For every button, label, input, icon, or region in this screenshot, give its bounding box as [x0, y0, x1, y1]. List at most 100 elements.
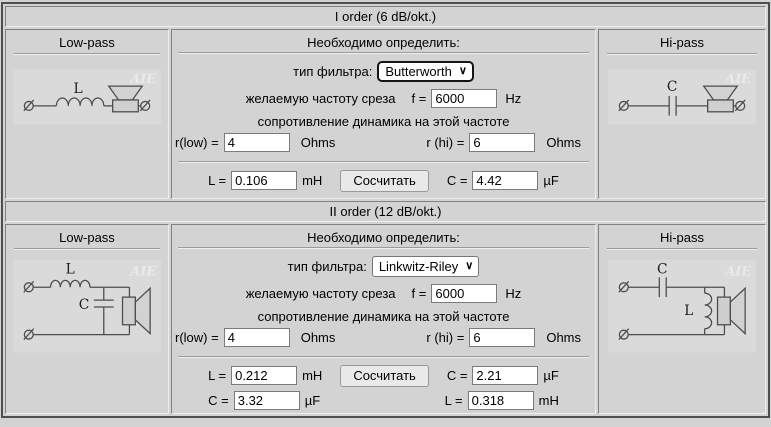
block1-frequency-row: желаемую частоту среза f = Hz: [172, 88, 595, 109]
inductor-label: L: [684, 303, 693, 319]
filter-type-select[interactable]: Butterworth ∨: [377, 61, 474, 82]
block2-hipass-title: Hi-pass: [659, 230, 705, 245]
r-low-input[interactable]: [223, 328, 290, 347]
block1-filter-type-row: тип фильтра: Butterworth ∨: [172, 60, 595, 83]
f-label: f =: [411, 91, 427, 106]
frequency-label: желаемую частоту среза: [245, 91, 396, 106]
l2-result-label: L =: [444, 393, 463, 408]
r-hi-label: r (hi) =: [426, 135, 465, 150]
capacitor-label: C: [667, 79, 678, 95]
aie-watermark: AIE: [129, 264, 156, 279]
l-result-label: L =: [208, 173, 227, 188]
block1-lowpass-title: Low-pass: [59, 35, 115, 50]
hipass-2nd-order-circuit-diagram: AIE C L: [608, 259, 756, 353]
filter-type-selected-value: Linkwitz-Riley: [378, 258, 459, 274]
hz-unit: Hz: [505, 91, 522, 106]
calculate-button[interactable]: Сосчитать: [340, 169, 429, 192]
block1-content-row: Low-pass AIE L Необходимо определить: ти…: [5, 29, 766, 199]
uf-unit: µF: [304, 393, 321, 408]
impedance-label: сопротивление динамика на этой частоте: [257, 114, 510, 129]
lowpass-2nd-order-circuit-diagram: AIE L C: [13, 259, 161, 353]
mh-unit: mH: [538, 393, 559, 408]
filter-type-select[interactable]: Linkwitz-Riley ∨: [371, 256, 480, 277]
block2-header: II order (12 dB/okt.): [5, 201, 766, 222]
block1-hipass-cell: Hi-pass AIE C: [598, 29, 766, 199]
divider: [14, 248, 160, 250]
aie-watermark: AIE: [724, 72, 751, 87]
block2-results-row-2: C = µF Сосчитать L = mH: [172, 389, 595, 412]
divider: [178, 356, 589, 358]
block2-header-label: II order (12 dB/okt.): [329, 204, 442, 219]
divider: [178, 52, 589, 54]
block1-header: I order (6 dB/okt.): [5, 6, 766, 27]
l-result-input[interactable]: [231, 366, 298, 385]
ohms-unit: Ohms: [300, 135, 336, 150]
frequency-label: желаемую частоту среза: [245, 286, 396, 301]
r-low-label: r(low) =: [175, 135, 219, 150]
filter-type-selected-value: Butterworth: [385, 63, 452, 79]
block1-lowpass-cell: Low-pass AIE L: [5, 29, 169, 199]
filter-type-label: тип фильтра:: [293, 64, 373, 79]
inductor-label: L: [66, 261, 75, 277]
frequency-input[interactable]: [431, 284, 498, 303]
hz-unit: Hz: [505, 286, 522, 301]
r-hi-input[interactable]: [469, 328, 536, 347]
block1-hipass-title: Hi-pass: [659, 35, 705, 50]
r-low-label: r(low) =: [175, 330, 219, 345]
filter-type-label: тип фильтра:: [287, 259, 367, 274]
block1-middle-cell: Необходимо определить: тип фильтра: Butt…: [171, 29, 596, 199]
block1-header-label: I order (6 dB/okt.): [334, 9, 437, 24]
capacitor-label: C: [79, 297, 90, 313]
ohms-unit: Ohms: [546, 135, 581, 150]
block1-impedance-row: r(low) = Ohms r (hi) = Ohms: [172, 132, 595, 153]
mh-unit: mH: [302, 368, 323, 383]
divider: [178, 247, 589, 249]
divider: [14, 53, 160, 55]
block2-middle-title: Необходимо определить:: [307, 230, 460, 245]
l-result-label: L =: [208, 368, 227, 383]
c2-result-label: C =: [208, 393, 229, 408]
calculate-button[interactable]: Сосчитать: [340, 364, 429, 387]
block2-lowpass-cell: Low-pass AIE L C: [5, 224, 169, 414]
block1-results-row: L = mH Сосчитать C = µF: [172, 169, 595, 192]
c-result-input[interactable]: [472, 366, 539, 385]
hipass-1st-order-circuit-diagram: AIE C: [608, 69, 756, 125]
inductor-label: L: [74, 81, 83, 97]
block2-middle-cell: Необходимо определить: тип фильтра: Link…: [171, 224, 596, 414]
block2-frequency-row: желаемую частоту среза f = Hz: [172, 283, 595, 304]
lowpass-1st-order-circuit-diagram: AIE L: [13, 69, 161, 125]
chevron-down-icon: ∨: [458, 64, 467, 77]
block1-middle-title: Необходимо определить:: [307, 35, 460, 50]
c-result-label: C =: [446, 173, 468, 188]
divider: [178, 161, 589, 163]
c-result-label: C =: [446, 368, 468, 383]
block2-content-row: Low-pass AIE L C Необходимо определить: …: [5, 224, 766, 414]
r-hi-label: r (hi) =: [426, 330, 465, 345]
crossover-calculator-table: I order (6 dB/okt.) Low-pass AIE L Необх…: [1, 2, 770, 418]
uf-unit: µF: [543, 173, 559, 188]
ohms-unit: Ohms: [300, 330, 336, 345]
divider: [607, 248, 757, 250]
l2-result-input[interactable]: [467, 391, 534, 410]
ohms-unit: Ohms: [546, 330, 581, 345]
aie-watermark: AIE: [129, 72, 156, 87]
r-hi-input[interactable]: [469, 133, 536, 152]
l-result-input[interactable]: [231, 171, 298, 190]
chevron-down-icon: ∨: [465, 259, 474, 272]
block2-filter-type-row: тип фильтра: Linkwitz-Riley ∨: [172, 255, 595, 278]
divider: [607, 53, 757, 55]
r-low-input[interactable]: [223, 133, 290, 152]
f-label: f =: [411, 286, 427, 301]
c2-result-input[interactable]: [233, 391, 300, 410]
capacitor-label: C: [657, 261, 668, 277]
mh-unit: mH: [302, 173, 323, 188]
block2-hipass-cell: Hi-pass AIE C L: [598, 224, 766, 414]
frequency-input[interactable]: [431, 89, 498, 108]
impedance-label: сопротивление динамика на этой частоте: [257, 309, 510, 324]
block2-impedance-row: r(low) = Ohms r (hi) = Ohms: [172, 327, 595, 348]
c-result-input[interactable]: [472, 171, 539, 190]
aie-watermark: AIE: [724, 264, 751, 279]
uf-unit: µF: [543, 368, 559, 383]
block2-lowpass-title: Low-pass: [59, 230, 115, 245]
block2-results-row-1: L = mH Сосчитать C = µF: [172, 364, 595, 387]
